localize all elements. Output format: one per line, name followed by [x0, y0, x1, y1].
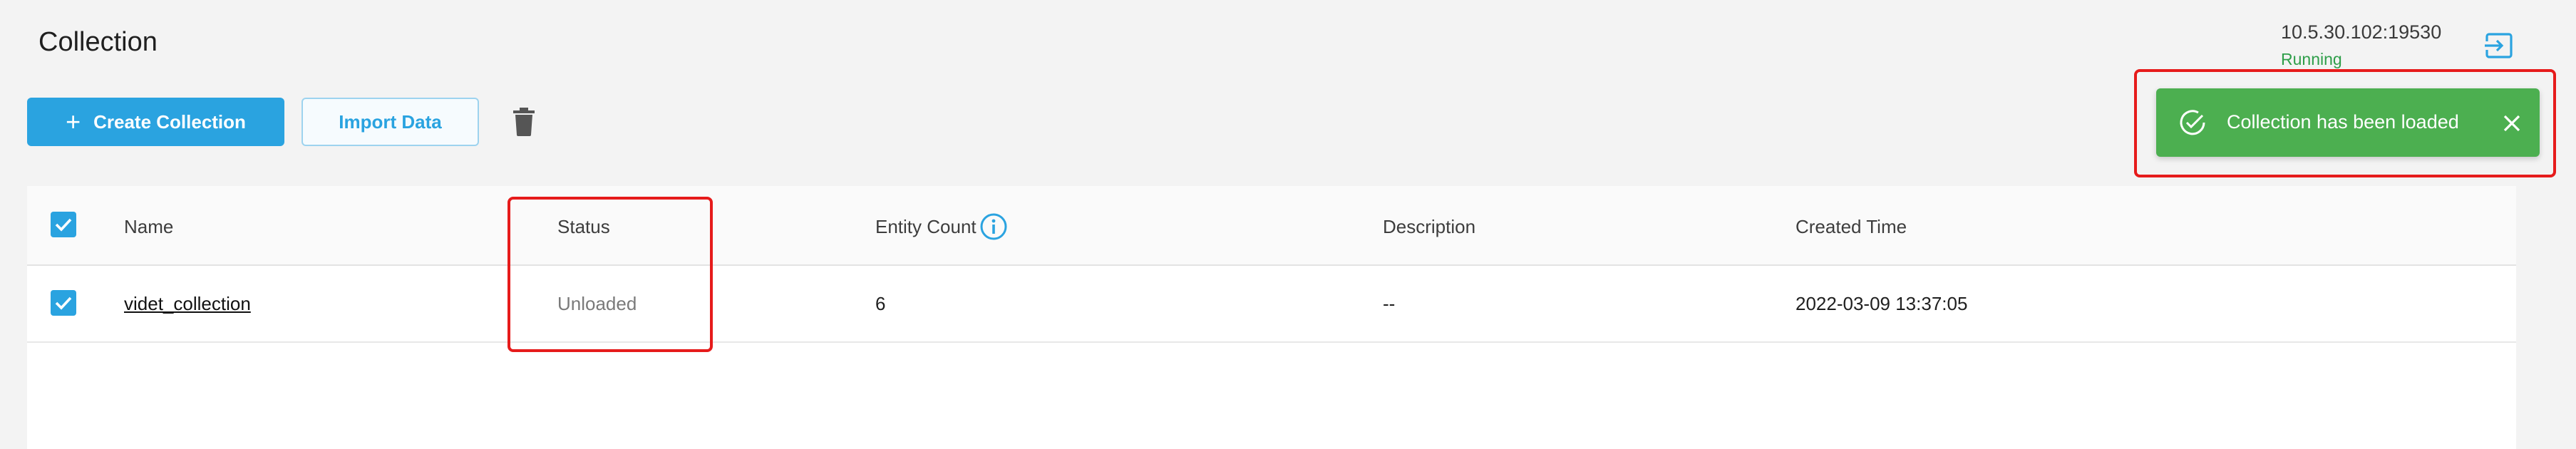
create-collection-label: Create Collection [93, 110, 246, 133]
column-header-name[interactable]: Name [124, 216, 173, 238]
import-data-label: Import Data [339, 110, 442, 133]
plus-icon: + [66, 107, 81, 136]
connection-status: Running [2281, 50, 2342, 68]
collection-name-link[interactable]: videt_collection [124, 293, 251, 315]
column-header-description[interactable]: Description [1383, 216, 1475, 238]
collection-table: Name Status Entity Count Description Cre… [27, 186, 2516, 449]
trash-icon[interactable] [512, 108, 536, 136]
import-data-button[interactable]: Import Data [302, 98, 479, 146]
row-divider [27, 341, 2516, 343]
page-title: Collection [38, 27, 158, 57]
connection-address: 10.5.30.102:19530 [2281, 21, 2442, 43]
info-icon[interactable] [979, 212, 1008, 241]
select-all-checkbox[interactable] [51, 212, 76, 237]
table-header [27, 186, 2516, 266]
description-cell: -- [1383, 293, 1396, 314]
create-collection-button[interactable]: + Create Collection [27, 98, 284, 146]
status-highlight-box [508, 197, 713, 352]
logout-icon[interactable] [2483, 30, 2515, 61]
column-header-entity-count[interactable]: Entity Count [875, 216, 977, 238]
toast-highlight-box [2134, 69, 2556, 177]
created-time-cell: 2022-03-09 13:37:05 [1796, 293, 1968, 314]
column-header-created-time[interactable]: Created Time [1796, 216, 1907, 238]
entity-count-cell: 6 [875, 293, 886, 314]
row-checkbox[interactable] [51, 290, 76, 316]
